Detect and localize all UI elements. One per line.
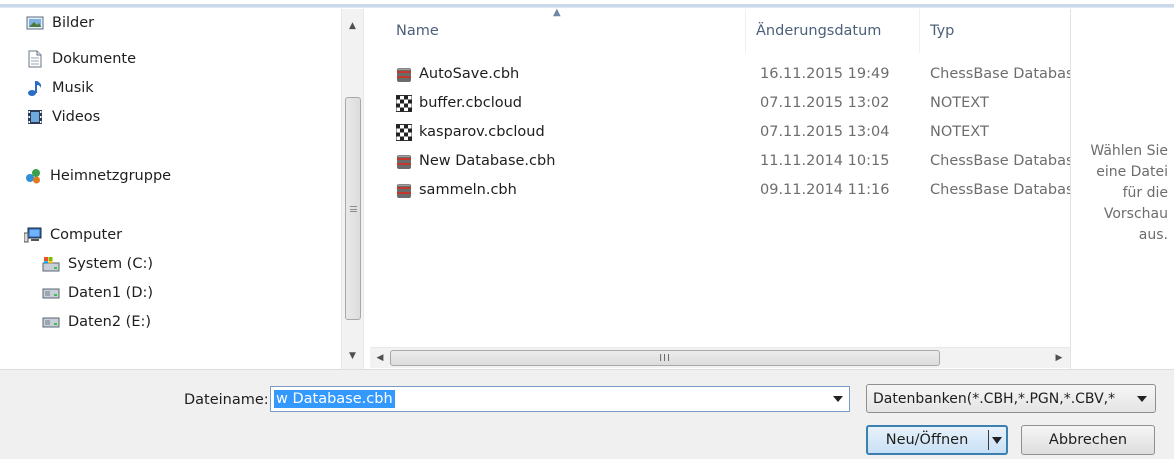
grip-icon: III: [659, 352, 671, 364]
file-list: Name ▲ Änderungsdatum Typ AutoSave.cbh 1…: [370, 7, 1076, 369]
preview-line: eine Datei: [1096, 164, 1168, 180]
homegroup-icon: [24, 167, 42, 185]
nav-item-label: System (C:): [68, 256, 154, 272]
file-date: 07.11.2015 13:02: [760, 95, 890, 111]
scroll-left-arrow-icon[interactable]: ◀: [371, 349, 389, 367]
file-date: 16.11.2015 19:49: [760, 66, 890, 82]
scrollbar-thumb[interactable]: [345, 97, 361, 320]
computer-icon: [24, 226, 42, 244]
nav-item-heimnetzgruppe[interactable]: Heimnetzgruppe: [24, 164, 171, 188]
database-icon: [397, 67, 411, 82]
open-options-dropdown-icon[interactable]: [992, 437, 1002, 444]
nav-item-videos[interactable]: Videos: [26, 105, 100, 129]
file-row[interactable]: New Database.cbh 11.11.2014 10:15 ChessB…: [396, 148, 1076, 174]
nav-item-label: Videos: [52, 109, 101, 125]
sort-ascending-icon: ▲: [553, 7, 561, 18]
chessboard-icon: [396, 94, 412, 112]
nav-item-daten2-e[interactable]: Daten2 (E:): [42, 310, 151, 334]
file-type: ChessBase Database: [930, 153, 1076, 169]
file-row[interactable]: sammeln.cbh 09.11.2014 11:16 ChessBase D…: [396, 177, 1076, 203]
nav-item-daten1-d[interactable]: Daten1 (D:): [42, 281, 153, 305]
navigation-scrollbar[interactable]: ▲ ▼: [341, 9, 364, 369]
chessboard-icon: [396, 123, 412, 141]
scroll-right-arrow-icon[interactable]: ▶: [1050, 349, 1068, 367]
column-header-label: Änderungsdatum: [756, 23, 882, 39]
file-name: sammeln.cbh: [419, 182, 517, 198]
nav-item-dokumente[interactable]: Dokumente: [26, 47, 136, 71]
nav-item-label: Heimnetzgruppe: [50, 168, 172, 184]
preview-pane: Wählen Sie eine Datei für die Vorschau a…: [1070, 9, 1174, 369]
nav-item-label: Musik: [52, 80, 94, 96]
filetype-select[interactable]: Datenbanken(*.CBH,*.PGN,*.CBV,*: [866, 384, 1156, 413]
videos-icon: [26, 108, 44, 126]
file-type: ChessBase Database: [930, 182, 1076, 198]
file-date: 09.11.2014 11:16: [760, 182, 890, 198]
file-type: ChessBase Database: [930, 66, 1076, 82]
scroll-up-arrow-icon[interactable]: ▲: [342, 17, 363, 35]
column-header-label: Name: [396, 23, 439, 39]
filename-label: Dateiname:: [184, 392, 269, 408]
nav-item-label: Daten2 (E:): [68, 314, 152, 330]
open-button-label: Neu/Öffnen: [885, 432, 969, 448]
filename-input[interactable]: w Database.cbh: [270, 386, 850, 412]
split-separator: [988, 430, 989, 450]
file-type: NOTEXT: [930, 95, 989, 111]
column-header-label: Typ: [930, 23, 955, 39]
file-list-horizontal-scrollbar[interactable]: ◀ III ▶: [370, 347, 1070, 368]
file-row[interactable]: AutoSave.cbh 16.11.2015 19:49 ChessBase …: [396, 61, 1076, 87]
nav-item-label: Daten1 (D:): [68, 285, 154, 301]
file-name: buffer.cbcloud: [419, 95, 522, 111]
database-icon: [397, 154, 411, 169]
nav-item-label: Computer: [50, 227, 123, 243]
pictures-icon: [26, 14, 44, 32]
nav-item-system-c[interactable]: System (C:): [42, 252, 153, 276]
navigation-pane: Bilder Dokumente Musik Videos Heimnetzgr…: [0, 9, 370, 369]
nav-item-label: Bilder: [52, 15, 95, 31]
file-row[interactable]: buffer.cbcloud 07.11.2015 13:02 NOTEXT: [396, 90, 1076, 116]
drive-icon: [42, 313, 60, 331]
nav-item-computer[interactable]: Computer: [24, 223, 122, 247]
file-row[interactable]: kasparov.cbcloud 07.11.2015 13:04 NOTEXT: [396, 119, 1076, 145]
file-name: AutoSave.cbh: [419, 66, 520, 82]
window-top-edge: [0, 0, 1174, 8]
filetype-value: Datenbanken(*.CBH,*.PGN,*.CBV,*: [873, 390, 1116, 407]
scroll-down-arrow-icon[interactable]: ▼: [342, 347, 363, 365]
drive-icon: [42, 284, 60, 302]
nav-item-bilder[interactable]: Bilder: [26, 11, 94, 35]
database-icon: [397, 183, 411, 198]
open-button[interactable]: Neu/Öffnen: [866, 425, 1008, 455]
column-header-date[interactable]: Änderungsdatum: [746, 9, 920, 53]
preview-line: Wählen Sie: [1090, 143, 1168, 159]
preview-line: für die: [1122, 185, 1168, 201]
column-header-type[interactable]: Typ: [920, 9, 1070, 53]
file-date: 11.11.2014 10:15: [760, 153, 890, 169]
cancel-button-label: Abbrechen: [1048, 432, 1128, 448]
column-header-name[interactable]: Name ▲: [386, 7, 746, 53]
preview-line: Vorschau: [1103, 206, 1168, 222]
filename-history-dropdown-icon[interactable]: [833, 396, 843, 402]
scrollbar-thumb[interactable]: III: [390, 350, 940, 366]
dialog-footer: Dateiname: w Database.cbh Datenbanken(*.…: [0, 369, 1174, 459]
file-date: 07.11.2015 13:04: [760, 124, 890, 140]
filename-value[interactable]: w Database.cbh: [274, 390, 395, 408]
file-type: NOTEXT: [930, 124, 989, 140]
grip-icon: [349, 205, 357, 212]
music-icon: [26, 79, 44, 97]
nav-item-musik[interactable]: Musik: [26, 76, 94, 100]
preview-message: Wählen Sie eine Datei für die Vorschau a…: [1073, 141, 1168, 246]
documents-icon: [26, 50, 44, 68]
system-drive-icon: [42, 255, 60, 273]
file-name: kasparov.cbcloud: [419, 124, 545, 140]
cancel-button[interactable]: Abbrechen: [1021, 425, 1155, 455]
chevron-down-icon: [1137, 396, 1147, 402]
file-name: New Database.cbh: [419, 153, 556, 169]
preview-line: aus.: [1138, 227, 1168, 243]
nav-item-label: Dokumente: [52, 51, 137, 67]
